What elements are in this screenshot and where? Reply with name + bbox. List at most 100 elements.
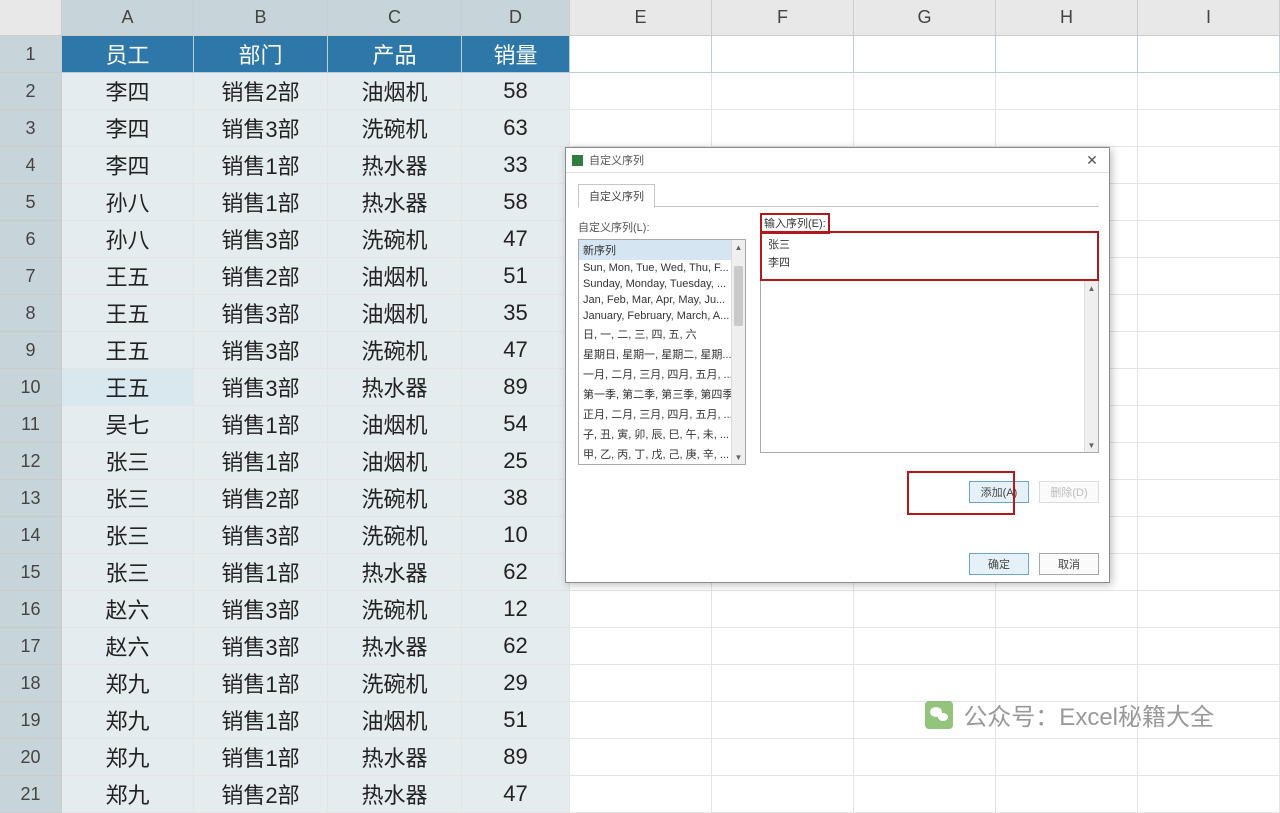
list-item[interactable]: 子, 丑, 寅, 卯, 辰, 巳, 午, 未, ...: [579, 424, 731, 444]
cell[interactable]: 吴七: [62, 406, 194, 443]
cell-empty[interactable]: [1138, 258, 1280, 295]
cell[interactable]: 洗碗机: [328, 332, 462, 369]
cell-empty[interactable]: [1138, 628, 1280, 665]
cell[interactable]: 热水器: [328, 147, 462, 184]
custom-lists-listbox[interactable]: 新序列Sun, Mon, Tue, Wed, Thu, F...Sunday, …: [578, 239, 746, 465]
cell-empty[interactable]: [854, 776, 996, 813]
cell[interactable]: 郑九: [62, 739, 194, 776]
cell[interactable]: 89: [462, 369, 570, 406]
cell[interactable]: 51: [462, 258, 570, 295]
entry-area-lower[interactable]: ▲ ▼: [760, 281, 1099, 453]
row-header[interactable]: 10: [0, 369, 62, 406]
cell-empty[interactable]: [570, 73, 712, 110]
cell[interactable]: 李四: [62, 110, 194, 147]
cell-empty[interactable]: [996, 110, 1138, 147]
cell-empty[interactable]: [712, 628, 854, 665]
cell[interactable]: 张三: [62, 517, 194, 554]
col-header-F[interactable]: F: [712, 0, 854, 36]
cell[interactable]: 油烟机: [328, 406, 462, 443]
cell[interactable]: 38: [462, 480, 570, 517]
row-header[interactable]: 18: [0, 665, 62, 702]
cell-empty[interactable]: [1138, 369, 1280, 406]
cell-empty[interactable]: [854, 739, 996, 776]
cell[interactable]: 热水器: [328, 776, 462, 813]
list-item[interactable]: Sun, Mon, Tue, Wed, Thu, F...: [579, 260, 731, 276]
cell[interactable]: 部门: [194, 36, 328, 73]
cancel-button[interactable]: 取消: [1039, 553, 1099, 575]
cell[interactable]: 销售2部: [194, 480, 328, 517]
cell[interactable]: 29: [462, 665, 570, 702]
cell-empty[interactable]: [712, 702, 854, 739]
cell-empty[interactable]: [1138, 554, 1280, 591]
cell-empty[interactable]: [1138, 184, 1280, 221]
cell[interactable]: 10: [462, 517, 570, 554]
select-all-corner[interactable]: [0, 0, 62, 36]
list-item[interactable]: 第一季, 第二季, 第三季, 第四季: [579, 384, 731, 404]
cell-empty[interactable]: [854, 591, 996, 628]
cell[interactable]: 热水器: [328, 184, 462, 221]
cell[interactable]: 51: [462, 702, 570, 739]
cell[interactable]: 47: [462, 332, 570, 369]
cell-empty[interactable]: [1138, 36, 1280, 73]
cell[interactable]: 郑九: [62, 702, 194, 739]
cell-empty[interactable]: [570, 776, 712, 813]
cell-empty[interactable]: [570, 110, 712, 147]
cell-empty[interactable]: [712, 776, 854, 813]
cell[interactable]: 洗碗机: [328, 480, 462, 517]
list-item[interactable]: Sunday, Monday, Tuesday, ...: [579, 276, 731, 292]
list-item[interactable]: 日, 一, 二, 三, 四, 五, 六: [579, 324, 731, 344]
entry-textarea[interactable]: 张三 李四: [760, 231, 1099, 281]
scroll-down-icon[interactable]: ▼: [1085, 438, 1098, 452]
cell[interactable]: 销售1部: [194, 554, 328, 591]
cell-empty[interactable]: [1138, 480, 1280, 517]
cell[interactable]: 油烟机: [328, 702, 462, 739]
col-header-D[interactable]: D: [462, 0, 570, 36]
cell[interactable]: 郑九: [62, 665, 194, 702]
cell[interactable]: 热水器: [328, 369, 462, 406]
cell-empty[interactable]: [712, 110, 854, 147]
row-header[interactable]: 6: [0, 221, 62, 258]
cell[interactable]: 销售2部: [194, 776, 328, 813]
cell-empty[interactable]: [1138, 73, 1280, 110]
cell[interactable]: 热水器: [328, 628, 462, 665]
col-header-E[interactable]: E: [570, 0, 712, 36]
row-header[interactable]: 20: [0, 739, 62, 776]
cell-empty[interactable]: [570, 702, 712, 739]
cell[interactable]: 销售1部: [194, 406, 328, 443]
list-item[interactable]: 新序列: [579, 240, 731, 260]
col-header-H[interactable]: H: [996, 0, 1138, 36]
cell-empty[interactable]: [570, 36, 712, 73]
cell[interactable]: 孙八: [62, 221, 194, 258]
cell[interactable]: 张三: [62, 480, 194, 517]
cell[interactable]: 热水器: [328, 739, 462, 776]
cell[interactable]: 47: [462, 776, 570, 813]
scroll-down-icon[interactable]: ▼: [732, 450, 745, 464]
list-item[interactable]: 星期日, 星期一, 星期二, 星期...: [579, 344, 731, 364]
close-icon[interactable]: ✕: [1081, 152, 1103, 169]
cell-empty[interactable]: [1138, 739, 1280, 776]
cell-empty[interactable]: [570, 665, 712, 702]
cell-empty[interactable]: [996, 73, 1138, 110]
cell[interactable]: 销售3部: [194, 591, 328, 628]
cell[interactable]: 62: [462, 554, 570, 591]
row-header[interactable]: 19: [0, 702, 62, 739]
cell[interactable]: 销售1部: [194, 739, 328, 776]
scroll-up-icon[interactable]: ▲: [1085, 281, 1098, 295]
list-item[interactable]: 甲, 乙, 丙, 丁, 戊, 己, 庚, 辛, ...: [579, 444, 731, 464]
cell-empty[interactable]: [854, 73, 996, 110]
cell-empty[interactable]: [570, 591, 712, 628]
cell[interactable]: 销售3部: [194, 295, 328, 332]
cell[interactable]: 销售3部: [194, 628, 328, 665]
cell-empty[interactable]: [996, 628, 1138, 665]
col-header-A[interactable]: A: [62, 0, 194, 36]
row-header[interactable]: 8: [0, 295, 62, 332]
cell[interactable]: 58: [462, 184, 570, 221]
cell-empty[interactable]: [712, 73, 854, 110]
cell[interactable]: 54: [462, 406, 570, 443]
col-header-C[interactable]: C: [328, 0, 462, 36]
cell-empty[interactable]: [854, 110, 996, 147]
row-header[interactable]: 9: [0, 332, 62, 369]
cell-empty[interactable]: [1138, 776, 1280, 813]
scroll-thumb[interactable]: [734, 266, 743, 326]
cell-empty[interactable]: [570, 628, 712, 665]
